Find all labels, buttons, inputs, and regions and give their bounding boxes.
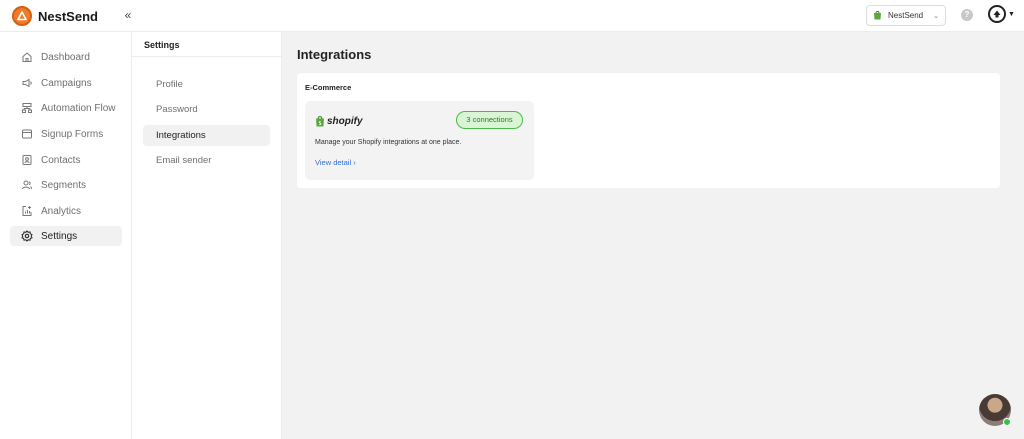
contacts-icon bbox=[22, 155, 32, 165]
online-status-indicator bbox=[1003, 418, 1011, 426]
collapse-sidebar-button[interactable]: « bbox=[120, 7, 136, 23]
shopify-logo: shopify bbox=[315, 115, 363, 127]
store-selector[interactable]: NestSend ⌄ bbox=[866, 5, 946, 26]
store-selector-label: NestSend bbox=[888, 11, 924, 20]
sidebar-item-label: Settings bbox=[41, 230, 78, 242]
settings-title: Settings bbox=[144, 40, 180, 50]
settings-item-password[interactable]: Password bbox=[143, 99, 270, 120]
shopify-bag-icon bbox=[316, 116, 324, 127]
sidebar-item-campaigns[interactable]: Campaigns bbox=[10, 73, 122, 93]
sidebar-item-settings[interactable]: Settings bbox=[10, 226, 122, 246]
gear-icon bbox=[21, 230, 33, 242]
settings-item-profile[interactable]: Profile bbox=[143, 74, 270, 95]
megaphone-icon bbox=[22, 78, 32, 88]
divider bbox=[132, 56, 282, 57]
settings-panel: Settings Profile Password Integrations E… bbox=[132, 32, 282, 439]
sidebar-item-label: Signup Forms bbox=[41, 128, 104, 140]
sidebar-item-label: Automation Flow bbox=[41, 102, 116, 114]
help-icon[interactable]: ? bbox=[961, 9, 973, 21]
sidebar-item-label: Campaigns bbox=[41, 77, 92, 89]
settings-item-integrations[interactable]: Integrations bbox=[143, 125, 270, 146]
nestsend-logo-icon bbox=[12, 6, 32, 26]
account-icon bbox=[988, 5, 1006, 23]
brand[interactable]: NestSend bbox=[12, 6, 98, 26]
page-title: Integrations bbox=[297, 47, 372, 62]
sidebar-item-label: Analytics bbox=[41, 205, 82, 217]
sidebar-item-label: Segments bbox=[41, 179, 87, 191]
sidebar-item-label: Dashboard bbox=[41, 51, 90, 63]
section-heading: E-Commerce bbox=[305, 83, 352, 92]
integrations-panel: E-Commerce shopify 3 connections Manage … bbox=[297, 73, 1000, 188]
analytics-icon bbox=[22, 206, 32, 216]
shopify-integration-card[interactable]: shopify 3 connections Manage your Shopif… bbox=[305, 101, 534, 180]
segments-icon bbox=[22, 180, 32, 190]
connections-badge: 3 connections bbox=[456, 111, 523, 129]
settings-item-email-sender[interactable]: Email sender bbox=[143, 150, 270, 171]
shopify-bag-icon bbox=[873, 10, 882, 22]
sidebar-item-contacts[interactable]: Contacts bbox=[10, 150, 122, 170]
home-icon bbox=[22, 52, 32, 62]
sidebar-item-analytics[interactable]: Analytics bbox=[10, 201, 122, 221]
top-bar: NestSend « NestSend ⌄ ? ▼ bbox=[0, 0, 1024, 32]
card-description: Manage your Shopify integrations at one … bbox=[315, 139, 462, 146]
view-detail-label: View detail bbox=[315, 158, 352, 167]
sidebar-item-segments[interactable]: Segments bbox=[10, 175, 122, 195]
chevron-down-icon: ▼ bbox=[1008, 10, 1015, 18]
flow-icon bbox=[22, 103, 32, 113]
sidebar-item-signup-forms[interactable]: Signup Forms bbox=[10, 124, 122, 144]
chevron-right-icon: › bbox=[353, 158, 356, 167]
sidebar: Dashboard Campaigns Automation Flow Sign… bbox=[0, 32, 132, 439]
shopify-wordmark: shopify bbox=[327, 115, 363, 127]
chevron-down-icon: ⌄ bbox=[933, 12, 939, 20]
sidebar-item-label: Contacts bbox=[41, 154, 81, 166]
form-icon bbox=[22, 129, 32, 139]
sidebar-item-dashboard[interactable]: Dashboard bbox=[10, 47, 122, 67]
sidebar-item-automation-flow[interactable]: Automation Flow bbox=[10, 98, 122, 118]
account-menu[interactable]: ▼ bbox=[988, 5, 1015, 23]
brand-name: NestSend bbox=[38, 8, 98, 24]
view-detail-link[interactable]: View detail › bbox=[315, 158, 356, 167]
